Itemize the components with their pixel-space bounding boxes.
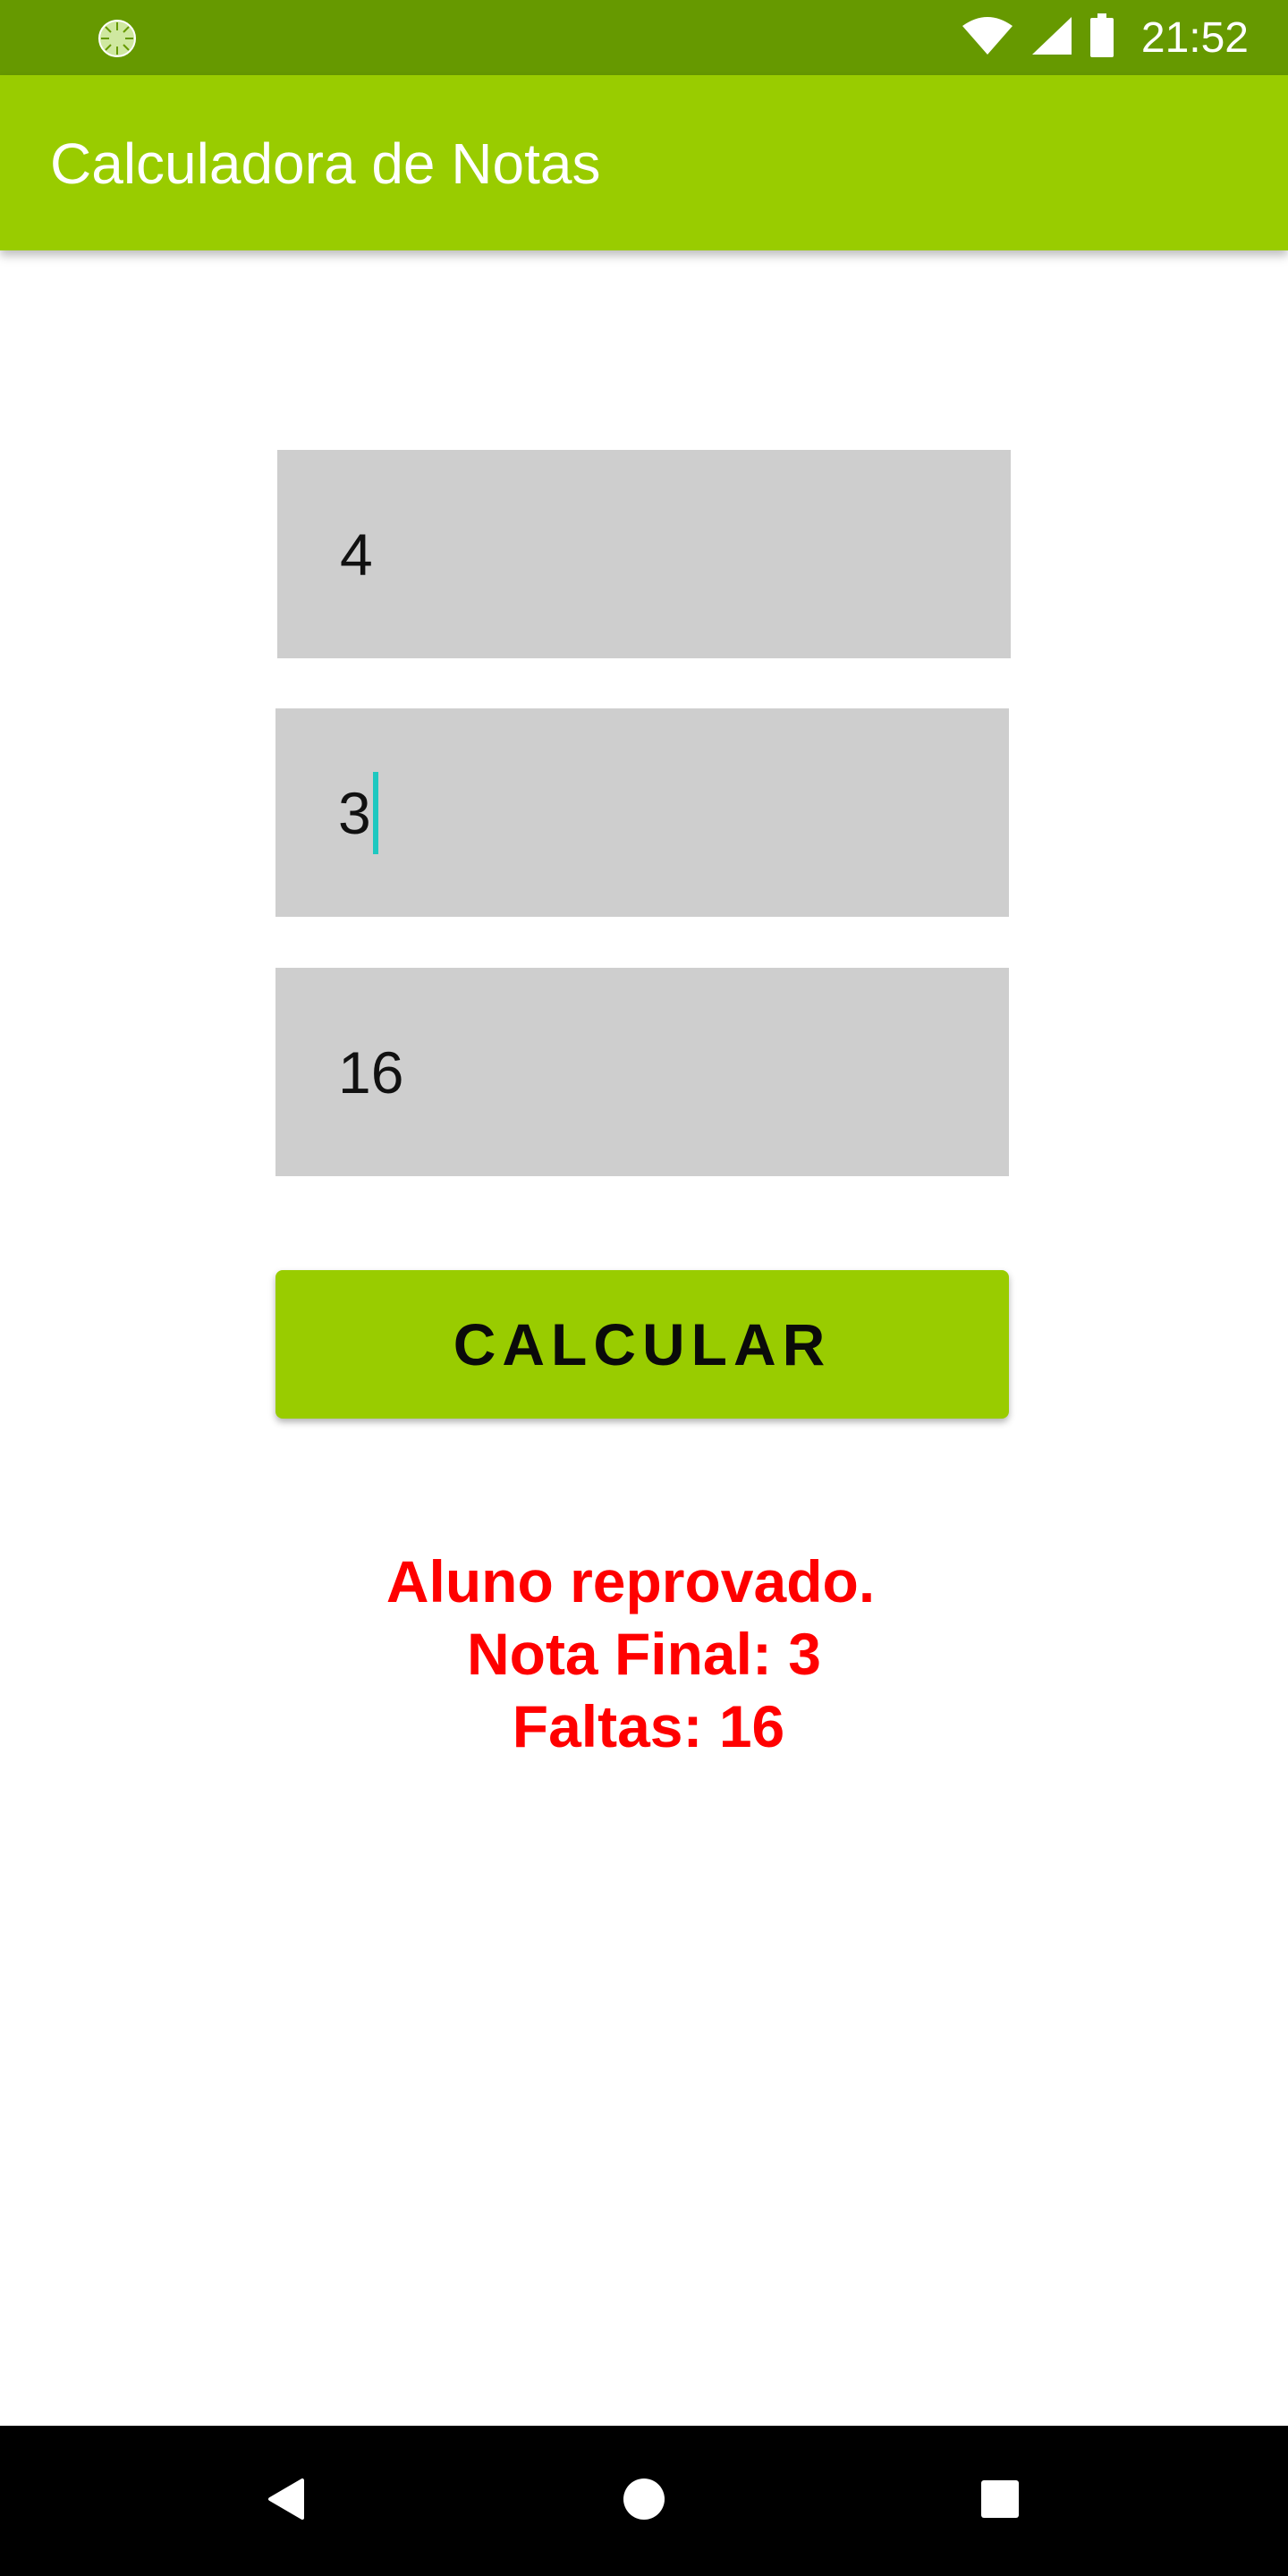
loading-indicator-icon [97, 18, 138, 59]
battery-icon [1089, 13, 1114, 63]
calculate-button[interactable]: CALCULAR [275, 1270, 1009, 1419]
wifi-icon [961, 15, 1014, 61]
app-screen: 21:52 Calculadora de Notas 4 3 16 CALCUL… [0, 0, 1288, 2576]
result-absences: Faltas: 16 [512, 1693, 785, 1759]
grade-2-value: 3 [338, 779, 371, 846]
grade-2-input[interactable]: 3 [275, 708, 1009, 917]
absences-value: 16 [338, 1038, 404, 1106]
recents-icon [980, 2479, 1020, 2523]
grade-1-input[interactable]: 4 [277, 450, 1011, 658]
recents-button[interactable] [928, 2426, 1072, 2576]
status-bar: 21:52 [0, 0, 1288, 75]
signal-icon [1030, 15, 1073, 61]
app-title: Calculadora de Notas [50, 131, 601, 196]
result-text: Aluno reprovado. Nota Final: 3 Faltas: 1… [0, 1546, 1288, 1763]
result-final-grade: Nota Final: 3 [466, 1621, 822, 1687]
back-button[interactable] [215, 2426, 358, 2576]
back-icon [267, 2477, 306, 2526]
result-status: Aluno reprovado. [386, 1548, 876, 1614]
home-button[interactable] [572, 2426, 716, 2576]
navigation-bar [0, 2426, 1288, 2576]
home-icon [622, 2477, 666, 2526]
text-cursor [372, 771, 378, 854]
absences-input[interactable]: 16 [275, 968, 1009, 1176]
app-bar: Calculadora de Notas [0, 75, 1288, 250]
grade-1-value: 4 [340, 521, 373, 588]
status-time: 21:52 [1140, 13, 1249, 62]
status-icons: 21:52 [961, 0, 1249, 75]
